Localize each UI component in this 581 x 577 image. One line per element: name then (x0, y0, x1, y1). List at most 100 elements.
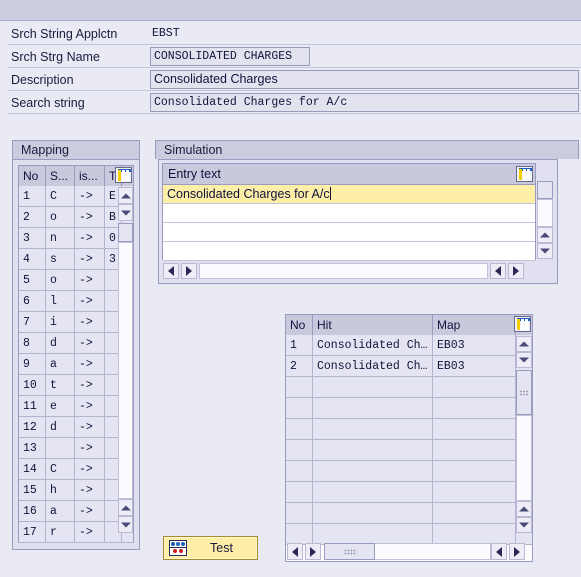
label-srch-string-applctn: Srch String Applctn (11, 27, 118, 41)
hits-col-hit[interactable]: Hit (313, 315, 433, 335)
mapping-col-src[interactable]: S... (46, 166, 75, 186)
mapping-scroll-up-button[interactable] (118, 187, 133, 204)
mapping-cell-src: d (46, 333, 75, 354)
mapping-cell-src: r (46, 522, 75, 543)
mapping-cell-no: 2 (19, 207, 46, 228)
header-form: Srch String Applctn EBST Srch Strg Name … (0, 22, 581, 118)
mapping-scrollbar-thumb[interactable] (118, 223, 133, 242)
test-button[interactable]: Test (163, 536, 258, 560)
hits-scroll-down-button[interactable] (516, 352, 532, 368)
table-settings-icon[interactable] (115, 167, 132, 183)
mapping-cell-src (46, 438, 75, 459)
mapping-cell-no: 8 (19, 333, 46, 354)
entry-scroll-up-button[interactable] (537, 227, 553, 243)
entry-hscroll-right-button[interactable] (181, 263, 197, 279)
mapping-cell-src: s (46, 249, 75, 270)
mapping-scroll-up-button-bottom[interactable] (118, 499, 133, 516)
entry-row-selected[interactable]: Consolidated Charges for A/c (163, 185, 535, 204)
table-row[interactable]: 15 h -> (19, 480, 133, 501)
hits-scrollbar-thumb[interactable] (516, 370, 532, 415)
mapping-scroll-down-button[interactable] (118, 204, 133, 221)
table-row[interactable]: 6 l -> (19, 291, 133, 312)
table-row[interactable]: 1 C -> E (19, 186, 133, 207)
hits-col-no[interactable]: No (286, 315, 313, 335)
mapping-cell-src: o (46, 207, 75, 228)
entry-row[interactable] (163, 242, 535, 261)
mapping-cell-src: e (46, 396, 75, 417)
table-row[interactable] (286, 503, 532, 524)
table-row[interactable]: 9 a -> (19, 354, 133, 375)
entry-scrollbar-thumb[interactable] (537, 181, 553, 199)
table-row[interactable] (286, 398, 532, 419)
label-search-string: Search string (11, 96, 85, 110)
table-row[interactable]: 14 C -> (19, 459, 133, 480)
table-row[interactable]: 5 o -> (19, 270, 133, 291)
table-row[interactable] (286, 440, 532, 461)
entry-hscroll-left-button-2[interactable] (490, 263, 506, 279)
table-row[interactable]: 13 -> (19, 438, 133, 459)
hits-hscrollbar-thumb[interactable] (324, 543, 375, 560)
entry-hscroll-right-button-2[interactable] (508, 263, 524, 279)
mapping-cell-no: 1 (19, 186, 46, 207)
table-row[interactable]: 17 r -> (19, 522, 133, 543)
hits-scroll-down-button-bottom[interactable] (516, 517, 532, 533)
mapping-cell-arrow: -> (75, 354, 105, 375)
input-srch-strg-name[interactable]: CONSOLIDATED CHARGES (150, 47, 310, 66)
hits-scroll-up-button-bottom[interactable] (516, 501, 532, 517)
table-row[interactable] (286, 419, 532, 440)
table-row[interactable]: 10 t -> (19, 375, 133, 396)
hits-cell-map: EB03 (433, 356, 516, 377)
table-row[interactable]: 11 e -> (19, 396, 133, 417)
hits-cell-hit: Consolidated Ch… (313, 335, 433, 356)
entry-hscroll-left-button[interactable] (163, 263, 179, 279)
entry-hscrollbar-track[interactable] (199, 263, 488, 279)
hits-hscroll-left-button-2[interactable] (491, 543, 507, 560)
entry-scrollbar-track[interactable] (537, 199, 553, 227)
mapping-table: No S... is... T. 1 C -> E 2 o -> B 3 n -> 0 4 s -> 3 5 o -… (18, 165, 134, 543)
hits-hscroll-right-button-2[interactable] (509, 543, 525, 560)
entry-scroll-down-button[interactable] (537, 243, 553, 259)
mapping-col-no[interactable]: No (19, 166, 46, 186)
mapping-scrollbar-track[interactable] (118, 242, 133, 499)
mapping-cell-no: 7 (19, 312, 46, 333)
input-description[interactable]: Consolidated Charges (150, 70, 579, 89)
table-row[interactable] (286, 524, 532, 545)
table-row[interactable]: 2 o -> B (19, 207, 133, 228)
hits-cell-hit (313, 503, 433, 524)
hits-scroll-up-button[interactable] (516, 336, 532, 352)
mapping-scroll-down-button-bottom[interactable] (118, 516, 133, 533)
table-row[interactable]: 16 a -> (19, 501, 133, 522)
mapping-panel: Mapping No S... is... T. 1 C -> E 2 o -> B 3 n -> 0… (12, 140, 140, 550)
hits-cell-map (433, 461, 516, 482)
table-row[interactable] (286, 482, 532, 503)
table-row[interactable]: 4 s -> 3 (19, 249, 133, 270)
mapping-cell-src: h (46, 480, 75, 501)
mapping-col-is[interactable]: is... (75, 166, 105, 186)
table-row[interactable]: 1 Consolidated Ch… EB03 (286, 335, 532, 356)
table-row[interactable]: 12 d -> (19, 417, 133, 438)
hits-hscroll-left-button[interactable] (287, 543, 303, 560)
table-row[interactable]: 2 Consolidated Ch… EB03 (286, 356, 532, 377)
entry-text-header[interactable]: Entry text (163, 164, 535, 185)
table-settings-icon[interactable] (516, 166, 533, 182)
table-settings-icon[interactable] (514, 316, 531, 332)
text-cursor (329, 187, 331, 200)
entry-row[interactable] (163, 223, 535, 242)
hits-cell-hit (313, 524, 433, 545)
mapping-cell-no: 3 (19, 228, 46, 249)
mapping-cell-src: d (46, 417, 75, 438)
entry-row[interactable] (163, 204, 535, 223)
table-row[interactable]: 8 d -> (19, 333, 133, 354)
test-button-label: Test (210, 541, 233, 555)
hits-col-map[interactable]: Map (433, 315, 516, 335)
table-row[interactable]: 7 i -> (19, 312, 133, 333)
mapping-cell-no: 5 (19, 270, 46, 291)
input-search-string[interactable]: Consolidated Charges for A/c (150, 93, 579, 112)
hits-scrollbar-track[interactable] (516, 415, 532, 501)
table-row[interactable] (286, 377, 532, 398)
mapping-cell-arrow: -> (75, 270, 105, 291)
table-row[interactable]: 3 n -> 0 (19, 228, 133, 249)
hits-hscroll-right-button[interactable] (305, 543, 321, 560)
table-row[interactable] (286, 461, 532, 482)
mapping-cell-src: C (46, 459, 75, 480)
